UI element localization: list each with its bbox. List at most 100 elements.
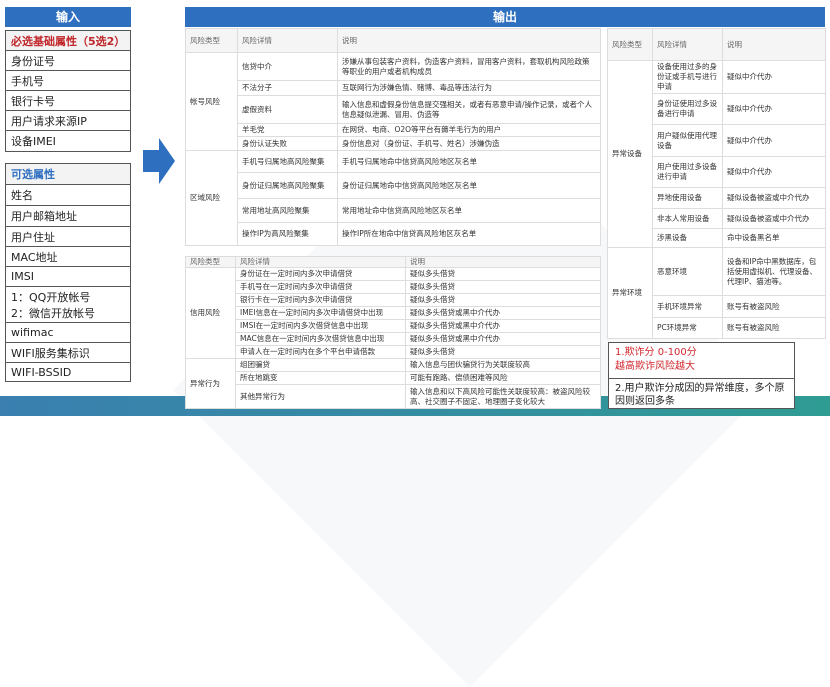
- table-row: 羊毛党 在网贷、电商、O2O等平台有薅羊毛行为的用户: [186, 123, 601, 137]
- risk-detail: 信贷中介: [237, 52, 338, 81]
- table-row: 申请人在一定时间内在多个平台申请借款 疑似多头借贷: [186, 345, 601, 359]
- risk-type: 异常环境: [607, 247, 653, 339]
- account-region-risk-table: 风险类型 风险详情 说明 帐号风险 信贷中介 涉嫌从事包装客户资料，伪造客户资料，冒用客户…: [185, 28, 601, 246]
- input-attribute: 姓名: [6, 185, 130, 206]
- risk-detail: 身份证在一定时间内多次申请借贷: [235, 267, 406, 281]
- risk-description: 疑似多头借贷或黑中介代办: [405, 319, 601, 333]
- risk-detail: 身份认证失败: [237, 136, 338, 151]
- risk-detail: 手机号在一定时间内多次申请借贷: [235, 280, 406, 294]
- risk-detail: 用户使用过多设备进行申请: [652, 156, 723, 188]
- risk-description: 疑似多头借贷或黑中介代办: [405, 332, 601, 346]
- table-row: 手机号在一定时间内多次申请借贷 疑似多头借贷: [186, 280, 601, 294]
- risk-description: 疑似中介代办: [722, 93, 826, 125]
- risk-description: 疑似多头借贷: [405, 267, 601, 281]
- column-header: 说明: [722, 28, 826, 61]
- risk-detail: 组团骗贷: [235, 358, 406, 372]
- column-header: 说明: [405, 256, 601, 268]
- column-header: 风险详情: [235, 256, 406, 268]
- risk-detail: 银行卡在一定时间内多次申请借贷: [235, 293, 406, 307]
- risk-description: 互联网行为涉嫌色情、赌博、毒品等违法行为: [337, 80, 601, 96]
- required-title: 必选基础属性（5选2）: [6, 31, 130, 51]
- input-attribute: 用户请求来源IP: [6, 111, 130, 131]
- risk-description: 账号有被盗风险: [722, 295, 826, 318]
- table-row: 虚假资料 输入信息和虚假身份信息提交强相关，或者有恶意申请/操作记录，或者个人信息…: [186, 95, 601, 124]
- open-account-item: 1：QQ开放帐号 2：微信开放帐号: [6, 287, 130, 323]
- table-row: 帐号风险 信贷中介 涉嫌从事包装客户资料，伪造客户资料，冒用客户资料，套取机构风险政…: [185, 52, 601, 151]
- optional-attributes-box: 可选属性 姓名 用户邮箱地址 用户住址 MAC地址 IMSI 1：QQ开放帐号 2：微信开放帐…: [5, 163, 131, 382]
- table-row: 区域风险 手机号归属地高风险聚集 手机号归属地命中信贷高风险地区灰名单: [185, 150, 601, 246]
- risk-detail: 常用地址高风险聚集: [237, 198, 338, 223]
- risk-detail: PC环境异常: [652, 317, 723, 339]
- input-attribute: wifimac: [6, 323, 130, 343]
- risk-detail: MAC信息在一定时间内多次借贷信息中出现: [235, 332, 406, 346]
- input-attribute: 2：微信开放帐号: [11, 306, 95, 320]
- risk-description: 操作IP所在地命中信贷高风险地区灰名单: [337, 222, 601, 246]
- input-attribute: WIFI-BSSID: [11, 365, 72, 379]
- risk-description: 在网贷、电商、O2O等平台有薅羊毛行为的用户: [337, 123, 601, 137]
- table-row: 异常行为 组团骗贷 输入信息与团伙骗贷行为关联度较高: [185, 358, 601, 409]
- risk-detail: 申请人在一定时间内在多个平台申请借款: [235, 345, 406, 359]
- risk-detail: 手机号归属地高风险聚集: [237, 150, 338, 173]
- risk-detail: 设备使用过多的身份证或手机号进行申请: [652, 60, 723, 94]
- risk-detail: 羊毛党: [237, 123, 338, 137]
- input-attribute: 设备IMEI: [11, 135, 56, 148]
- column-header: 风险类型: [185, 256, 236, 268]
- risk-type: 信用风险: [185, 267, 236, 359]
- arrow-right-icon: [143, 138, 175, 184]
- risk-type: 帐号风险: [185, 52, 238, 151]
- input-attribute: 手机号: [6, 71, 130, 91]
- table-row: 身份证归属地高风险聚集 身份证归属地命中信贷高风险地区灰名单: [186, 172, 601, 199]
- input-attribute: 用户住址: [6, 227, 130, 247]
- risk-type: 区域风险: [185, 150, 238, 246]
- risk-detail: 虚假资料: [237, 95, 338, 124]
- risk-description: 常用地址命中信贷高风险地区灰名单: [337, 198, 601, 223]
- risk-description: 疑似设备被盗或中介代办: [722, 208, 826, 229]
- risk-description: 输入信息与团伙骗贷行为关联度较高: [405, 358, 601, 372]
- column-header: 说明: [337, 28, 601, 53]
- risk-description: 疑似中介代办: [722, 156, 826, 188]
- risk-description: 账号有被盗风险: [722, 317, 826, 339]
- risk-detail: IMSI在一定时间内多次借贷信息中出现: [235, 319, 406, 333]
- risk-description: 疑似多头借贷: [405, 293, 601, 307]
- risk-description: 疑似设备被盗或中介代办: [722, 187, 826, 209]
- risk-description: 疑似多头借贷或黑中介代办: [405, 306, 601, 320]
- risk-description: 命中设备黑名单: [722, 228, 826, 248]
- table-row: MAC信息在一定时间内多次借贷信息中出现 疑似多头借贷或黑中介代办: [186, 332, 601, 346]
- risk-description: 涉嫌从事包装客户资料，伪造客户资料，冒用客户资料，套取机构风险政策等职业的用户或…: [337, 52, 601, 81]
- note-line: 1.欺诈分 0-100分: [615, 347, 697, 358]
- table-row: 异常设备 设备使用过多的身份证或手机号进行申请 疑似中介代办: [607, 60, 826, 248]
- risk-description: 疑似多头借贷: [405, 280, 601, 294]
- table-row: 操作IP为高风险聚集 操作IP所在地命中信贷高风险地区灰名单: [186, 222, 601, 246]
- risk-detail: 异地使用设备: [652, 187, 723, 209]
- risk-detail: 恶意环境: [652, 247, 723, 296]
- table-row: 不法分子 互联网行为涉嫌色情、赌博、毒品等违法行为: [186, 80, 601, 96]
- table-row: 常用地址高风险聚集 常用地址命中信贷高风险地区灰名单: [186, 198, 601, 223]
- risk-description: 输入信息和虚假身份信息提交强相关，或者有恶意申请/操作记录，或者个人信息疑似泄漏…: [337, 95, 601, 124]
- input-attribute: 身份证号: [6, 51, 130, 71]
- risk-description: 输入信息和以下高风险可能性关联度较高：被盗风险较高、社交圈子不固定、地理圈子变化…: [405, 384, 601, 409]
- table-row: IMSI在一定时间内多次借贷信息中出现 疑似多头借贷或黑中介代办: [186, 319, 601, 333]
- risk-type: 异常行为: [185, 358, 236, 409]
- risk-detail: 身份证归属地高风险聚集: [237, 172, 338, 199]
- risk-type: 异常设备: [607, 60, 653, 248]
- risk-detail: 身份证使用过多设备进行申请: [652, 93, 723, 125]
- input-attribute: WIFI服务集标识: [6, 343, 130, 363]
- note-line: 越高欺诈风险越大: [615, 361, 695, 372]
- fraud-score-note: 1.欺诈分 0-100分 越高欺诈风险越大 2.用户欺诈分成因的异常维度，多个原因…: [608, 342, 795, 409]
- risk-detail: IMEI信息在一定时间内多次申请借贷中出现: [235, 306, 406, 320]
- column-header: 风险详情: [237, 28, 338, 53]
- column-header: 风险类型: [607, 28, 653, 61]
- note-line: 2.用户欺诈分成因的异常维度，多个原因则返回多条: [615, 383, 785, 407]
- table-row: 身份认证失败 身份信息对（身份证、手机号、姓名）涉嫌伪造: [186, 136, 601, 151]
- table-row: IMEI信息在一定时间内多次申请借贷中出现 疑似多头借贷或黑中介代办: [186, 306, 601, 320]
- required-attributes-box: 必选基础属性（5选2） 身份证号 手机号 银行卡号 用户请求来源IP 设备IMEI: [5, 30, 131, 152]
- output-header: 输出: [185, 7, 825, 27]
- input-attribute: 银行卡号: [6, 91, 130, 111]
- risk-description: 可能有跑路、偿债困难等风险: [405, 371, 601, 385]
- risk-detail: 不法分子: [237, 80, 338, 96]
- input-attribute: 用户邮箱地址: [6, 206, 130, 227]
- risk-description: 身份证归属地命中信贷高风险地区灰名单: [337, 172, 601, 199]
- table-row: 其他异常行为 输入信息和以下高风险可能性关联度较高：被盗风险较高、社交圈子不固定、…: [186, 384, 601, 409]
- risk-detail: 用户疑似使用代理设备: [652, 124, 723, 157]
- optional-title: 可选属性: [6, 164, 130, 185]
